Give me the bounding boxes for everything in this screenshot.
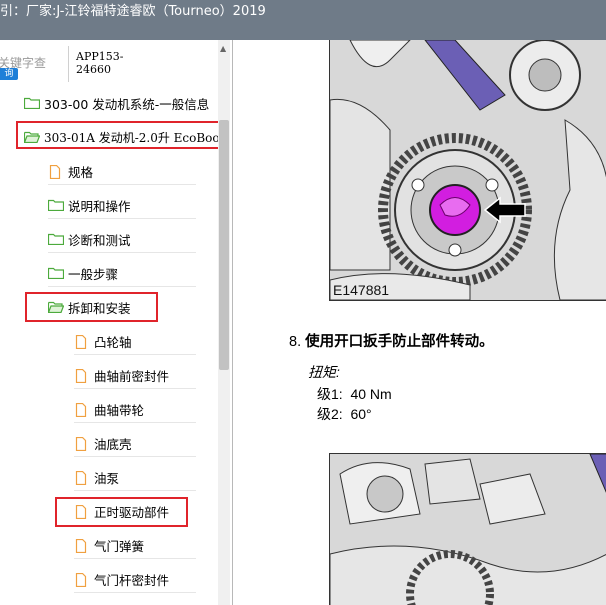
tree-item-label: 一般步骤: [68, 266, 119, 282]
tree-item-label: 规格: [68, 164, 94, 180]
step-number: 8.: [289, 334, 302, 350]
torque-level-label: 级2:: [317, 406, 343, 422]
document-content: E147881 8. 使用开口扳手防止部件转动。 扭矩: 级1: 40 Nm 级…: [233, 40, 606, 605]
tree-item-crankshaft-pulley[interactable]: 曲轴带轮: [74, 396, 144, 422]
row-divider: [74, 490, 196, 491]
folder-icon: [24, 97, 40, 109]
engine-figure-bottom: [329, 453, 606, 605]
window-title: 引：厂家:J-江铃福特途睿欧（Tourneo）2019: [0, 4, 266, 19]
engine-illustration: [330, 40, 606, 300]
tree-item-label: 气门杆密封件: [94, 572, 170, 588]
row-divider: [74, 592, 196, 593]
step-instruction: 8. 使用开口扳手防止部件转动。: [289, 330, 494, 351]
torque-level-2: 级2: 60°: [317, 404, 372, 424]
document-icon: [74, 573, 90, 587]
search-button[interactable]: 询: [0, 68, 18, 80]
tree-item-oil-pump[interactable]: 油泵: [74, 464, 119, 490]
folder-icon: [48, 199, 64, 211]
folder-icon: [48, 233, 64, 245]
engine-figure-top: E147881: [329, 40, 606, 301]
window-title-bar: 引：厂家:J-江铃福特途睿欧（Tourneo）2019: [0, 0, 606, 40]
document-icon: [74, 335, 90, 349]
tree-item-label: 303-00 发动机系统-一般信息: [44, 96, 210, 112]
document-icon: [74, 369, 90, 383]
document-icon: [74, 437, 90, 451]
search-divider: [68, 46, 69, 82]
document-icon: [74, 403, 90, 417]
tree-item-general-procedures[interactable]: 一般步骤: [48, 260, 118, 286]
row-divider: [48, 184, 196, 185]
tree-item-label: 曲轴带轮: [94, 402, 145, 418]
row-divider: [48, 218, 196, 219]
torque-level-label: 级1:: [317, 386, 343, 402]
row-divider: [48, 252, 196, 253]
tree-item-label: 油泵: [94, 470, 120, 486]
tree-item-camshaft[interactable]: 凸轮轴: [74, 328, 132, 354]
step-text: 使用开口扳手防止部件转动。: [305, 334, 494, 350]
figure-label: E147881: [333, 282, 390, 298]
tree-item-description[interactable]: 说明和操作: [48, 192, 131, 218]
tree-item-label: 油底壳: [94, 436, 132, 452]
tree-item-label: 曲轴前密封件: [94, 368, 170, 384]
torque-level-value: 40 Nm: [350, 386, 392, 402]
torque-title: 扭矩:: [308, 364, 340, 380]
row-divider: [48, 286, 196, 287]
row-divider: [74, 558, 196, 559]
tree-item-diagnosis[interactable]: 诊断和测试: [48, 226, 131, 252]
tree-item-valve-stem-seals[interactable]: 气门杆密封件: [74, 566, 169, 592]
engine-illustration: [330, 454, 606, 605]
tree-item-303-00[interactable]: 303-00 发动机系统-一般信息: [24, 90, 209, 116]
navigation-sidebar: 关键字查 询 APP153- 24660 303-00 发动机系统-一般信息 3…: [0, 40, 233, 605]
torque-level-value: 60°: [350, 406, 372, 422]
sidebar-scroll-thumb[interactable]: [219, 120, 229, 370]
highlight-box: [25, 292, 158, 322]
row-divider: [74, 456, 196, 457]
row-divider: [74, 354, 196, 355]
row-divider: [74, 388, 196, 389]
scroll-up-icon[interactable]: ▲: [220, 44, 226, 53]
torque-level-1: 级1: 40 Nm: [317, 384, 392, 404]
tree-item-label: 说明和操作: [68, 198, 131, 214]
tree-item-specifications[interactable]: 规格: [48, 158, 93, 184]
highlight-box: [16, 121, 220, 149]
tree-item-label: 诊断和测试: [68, 232, 131, 248]
tree-item-oil-pan[interactable]: 油底壳: [74, 430, 132, 456]
app-code-label: APP153- 24660: [76, 50, 124, 76]
tree-item-label: 凸轮轴: [94, 334, 132, 350]
document-icon: [74, 539, 90, 553]
highlight-box: [55, 497, 188, 527]
row-divider: [74, 422, 196, 423]
folder-icon: [48, 267, 64, 279]
tree-item-label: 气门弹簧: [94, 538, 145, 554]
document-icon: [74, 471, 90, 485]
tree-item-crankshaft-front-seal[interactable]: 曲轴前密封件: [74, 362, 169, 388]
tree-item-valve-springs[interactable]: 气门弹簧: [74, 532, 144, 558]
search-bar: 关键字查 询 APP153- 24660: [0, 40, 232, 90]
document-icon: [48, 165, 64, 179]
